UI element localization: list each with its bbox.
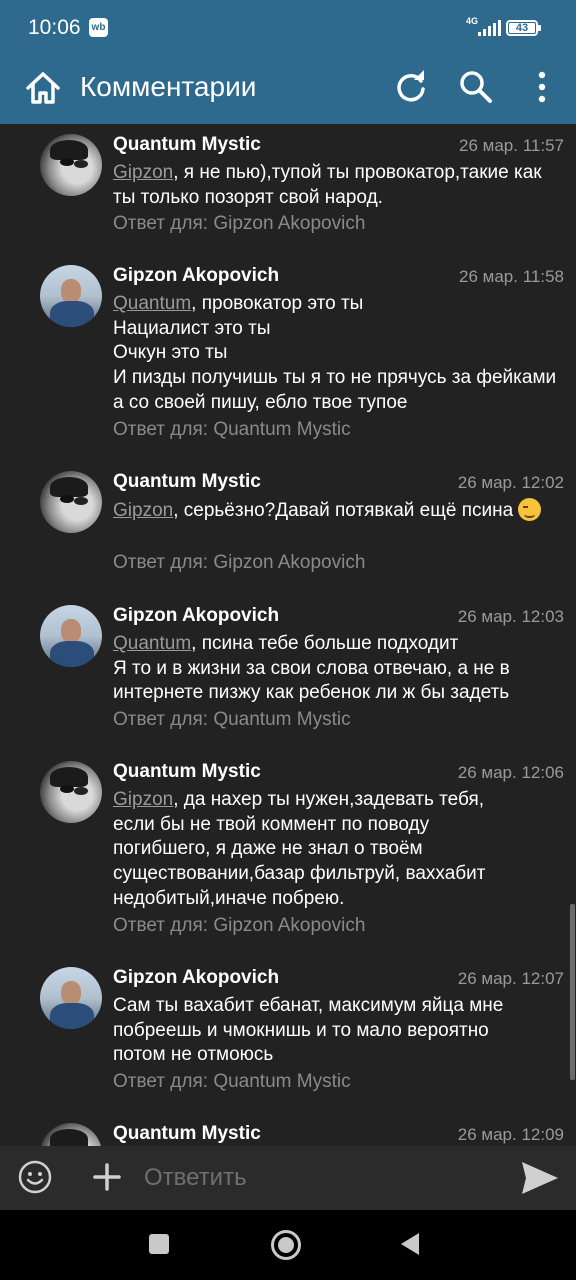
comment-text: Gipzon, серьёзно?Давай потявкай ещё псин…	[113, 498, 568, 524]
app-bar: Комментарии	[0, 58, 576, 124]
comment-body: , я не пью),тупой ты провокатор,такие ка…	[113, 162, 542, 208]
reply-to-author: Gipzon Akopovich	[213, 213, 366, 234]
more-vertical-icon[interactable]	[530, 70, 554, 104]
reply-to[interactable]: Ответ для: Quantum Mystic	[113, 419, 351, 441]
wb-app-icon: wb	[89, 18, 108, 37]
avatar[interactable]	[40, 967, 102, 1029]
emoji-icon[interactable]	[18, 1160, 52, 1194]
reply-bar	[0, 1146, 576, 1210]
reply-to-prefix: Ответ для:	[113, 552, 214, 573]
recents-icon[interactable]	[149, 1234, 169, 1254]
send-icon[interactable]	[520, 1160, 560, 1196]
avatar[interactable]	[40, 761, 102, 823]
reply-to-author: Quantum Mystic	[213, 1071, 351, 1092]
avatar[interactable]	[40, 605, 102, 667]
battery-level: 43	[509, 23, 535, 34]
comment-author[interactable]: Gipzon Akopovich	[113, 265, 279, 287]
plus-icon[interactable]	[92, 1162, 122, 1192]
refresh-icon[interactable]	[394, 70, 428, 104]
comment-text: Quantum, псина тебе больше подходит Я то…	[113, 632, 568, 706]
reply-to-author: Gipzon Akopovich	[213, 552, 366, 573]
home-nav-icon[interactable]	[271, 1230, 301, 1260]
comments-list[interactable]: Quantum Mystic 26 мар. 11:57 Gipzon, я н…	[0, 124, 576, 1146]
comment-date: 26 мар. 12:06	[457, 763, 564, 782]
avatar[interactable]	[40, 134, 102, 196]
comment-date: 26 мар. 12:07	[457, 969, 564, 988]
reply-to[interactable]: Ответ для: Gipzon Akopovich	[113, 213, 365, 235]
comment-author[interactable]: Gipzon Akopovich	[113, 967, 279, 989]
reply-to-prefix: Ответ для:	[113, 915, 214, 936]
battery-icon: 43	[506, 20, 541, 36]
scrollbar[interactable]	[570, 904, 575, 1080]
comment-mention[interactable]: Gipzon	[113, 789, 173, 810]
comment-date: 26 мар. 12:09	[457, 1125, 564, 1144]
comment-author[interactable]: Quantum Mystic	[113, 471, 261, 493]
reply-to-prefix: Ответ для:	[113, 419, 214, 440]
reply-to-prefix: Ответ для:	[113, 213, 214, 234]
status-bar: 10:06 wb 4G 43	[0, 0, 576, 58]
reply-to-prefix: Ответ для:	[113, 709, 214, 730]
back-icon[interactable]	[401, 1233, 419, 1255]
reply-to[interactable]: Ответ для: Quantum Mystic	[113, 709, 351, 731]
reply-to-author: Quantum Mystic	[213, 419, 351, 440]
reply-to-author: Gipzon Akopovich	[213, 915, 366, 936]
comment-date: 26 мар. 11:57	[459, 136, 564, 155]
avatar[interactable]	[40, 1123, 102, 1146]
comment-mention[interactable]: Gipzon	[113, 500, 173, 521]
reply-input[interactable]	[144, 1162, 484, 1194]
comment-body: , серьёзно?Давай потявкай ещё псина	[173, 500, 514, 521]
wink-emoji-icon	[518, 498, 542, 521]
comment-mention[interactable]: Quantum	[113, 293, 191, 314]
reply-to[interactable]: Ответ для: Gipzon Akopovich	[113, 915, 365, 937]
comment-mention[interactable]: Quantum	[113, 633, 191, 654]
system-nav-bar	[0, 1210, 576, 1280]
comment-author[interactable]: Quantum Mystic	[113, 761, 261, 783]
reply-to-prefix: Ответ для:	[113, 1071, 214, 1092]
comment-author[interactable]: Quantum Mystic	[113, 134, 261, 156]
home-icon[interactable]	[24, 69, 62, 107]
comment-body: Сам ты вахабит ебанат, максимум яйца мне…	[113, 995, 504, 1066]
reply-to[interactable]: Ответ для: Gipzon Akopovich	[113, 552, 365, 574]
comment-date: 26 мар. 12:03	[457, 607, 564, 626]
search-icon[interactable]	[459, 70, 493, 104]
reply-to-author: Quantum Mystic	[213, 709, 351, 730]
comment-text: Quantum, провокатор это ты Нациалист это…	[113, 292, 568, 416]
page-title: Комментарии	[80, 71, 257, 102]
comment-text: Gipzon, я не пью),тупой ты провокатор,та…	[113, 161, 568, 210]
comment-mention[interactable]: Gipzon	[113, 162, 173, 183]
avatar[interactable]	[40, 265, 102, 327]
comment-author[interactable]: Gipzon Akopovich	[113, 605, 279, 627]
comment-author[interactable]: Quantum Mystic	[113, 1123, 261, 1145]
comment-date: 26 мар. 12:02	[457, 473, 564, 492]
signal-icon	[478, 20, 501, 36]
status-time: 10:06	[28, 16, 81, 39]
network-type: 4G	[466, 16, 479, 26]
avatar[interactable]	[40, 471, 102, 533]
reply-to[interactable]: Ответ для: Quantum Mystic	[113, 1071, 351, 1093]
comment-text: Gipzon, да нахер ты нужен,задевать тебя,…	[113, 788, 513, 912]
comment-text: Сам ты вахабит ебанат, максимум яйца мне…	[113, 994, 543, 1068]
comment-date: 26 мар. 11:58	[459, 267, 564, 286]
